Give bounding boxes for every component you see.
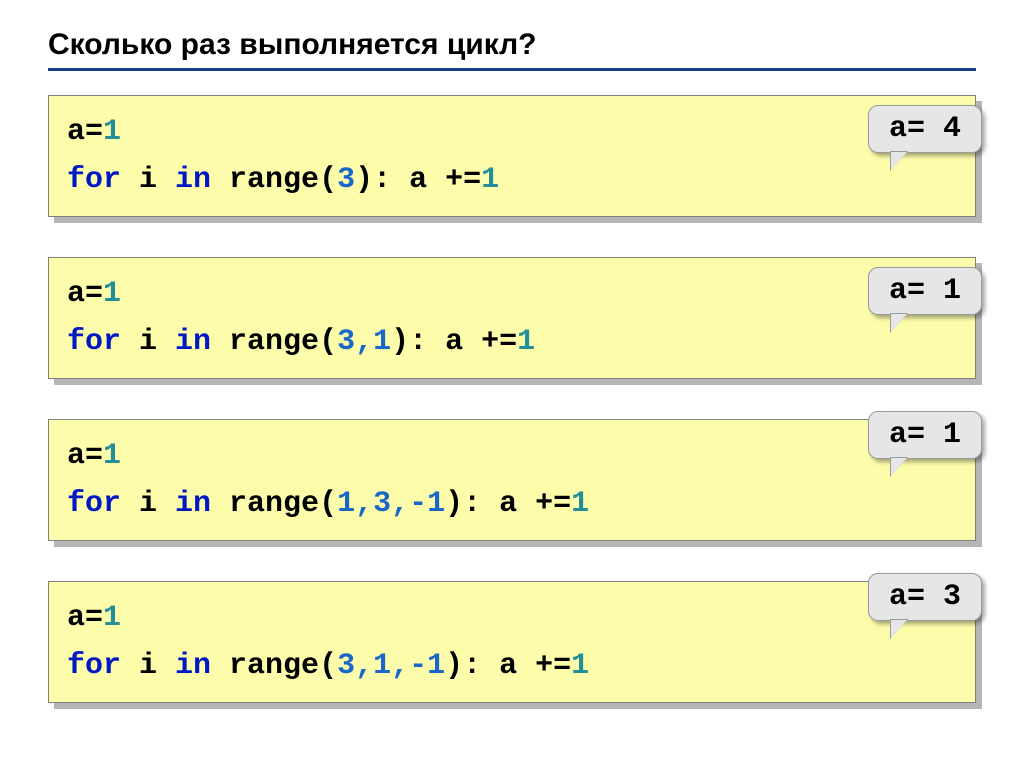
answer-text: a xyxy=(889,418,907,452)
code-text: range( xyxy=(211,163,337,197)
page-title: Сколько раз выполняется цикл? xyxy=(48,28,976,62)
code-text: a xyxy=(67,115,85,149)
code-text: range( xyxy=(211,649,337,683)
code-number: 1 xyxy=(481,163,499,197)
code-text: = xyxy=(85,439,103,473)
answer-bubble-wrap: a= 1 xyxy=(868,411,982,459)
code-text: = xyxy=(85,601,103,635)
code-number: 1,3,-1 xyxy=(337,487,445,521)
code-keyword: for xyxy=(67,649,121,683)
example-block: a=1 for i in range(1,3,-1): a +=1 a= 1 xyxy=(48,419,976,541)
code-text: = xyxy=(85,277,103,311)
example-block: a=1 for i in range(3,1): a +=1 a= 1 xyxy=(48,257,976,379)
code-text: ): a += xyxy=(445,487,571,521)
answer-text: = xyxy=(907,112,925,146)
code-keyword: in xyxy=(175,163,211,197)
code-keyword: for xyxy=(67,163,121,197)
answer-bubble: a= 4 xyxy=(868,105,982,153)
code-text: i xyxy=(121,163,175,197)
code-number: 3,1 xyxy=(337,325,391,359)
code-keyword: in xyxy=(175,325,211,359)
answer-bubble: a= 1 xyxy=(868,411,982,459)
code-text: a xyxy=(67,439,85,473)
code-text: = xyxy=(85,115,103,149)
code-line-1: a=1 xyxy=(67,594,957,642)
code-text: range( xyxy=(211,325,337,359)
code-number: 3,1,-1 xyxy=(337,649,445,683)
answer-bubble-wrap: a= 3 xyxy=(868,573,982,621)
code-number: 1 xyxy=(103,601,121,635)
code-number: 1 xyxy=(103,277,121,311)
answer-bubble-wrap: a= 1 xyxy=(868,267,982,315)
example-block: a=1 for i in range(3): a +=1 a= 4 xyxy=(48,95,976,217)
code-keyword: in xyxy=(175,649,211,683)
answer-text: a xyxy=(889,274,907,308)
code-box: a=1 for i in range(3,1): a +=1 xyxy=(48,257,976,379)
code-box: a=1 for i in range(3): a +=1 xyxy=(48,95,976,217)
code-line-1: a=1 xyxy=(67,432,957,480)
code-text: ): a += xyxy=(355,163,481,197)
answer-bubble: a= 3 xyxy=(868,573,982,621)
code-text: a xyxy=(67,601,85,635)
answer-text: a xyxy=(889,112,907,146)
answer-value: 1 xyxy=(925,274,961,308)
code-number: 3 xyxy=(337,163,355,197)
code-keyword: for xyxy=(67,487,121,521)
code-line-2: for i in range(1,3,-1): a +=1 xyxy=(67,480,957,528)
code-text: i xyxy=(121,325,175,359)
example-block: a=1 for i in range(3,1,-1): a +=1 a= 3 xyxy=(48,581,976,703)
code-number: 1 xyxy=(103,115,121,149)
answer-value: 4 xyxy=(925,112,961,146)
code-text: a xyxy=(67,277,85,311)
code-number: 1 xyxy=(517,325,535,359)
code-number: 1 xyxy=(571,649,589,683)
code-line-1: a=1 xyxy=(67,108,957,156)
code-text: ): a += xyxy=(391,325,517,359)
code-number: 1 xyxy=(103,439,121,473)
code-text: i xyxy=(121,487,175,521)
answer-text: = xyxy=(907,274,925,308)
code-keyword: in xyxy=(175,487,211,521)
code-line-1: a=1 xyxy=(67,270,957,318)
answer-text: = xyxy=(907,580,925,614)
code-number: 1 xyxy=(571,487,589,521)
code-text: i xyxy=(121,649,175,683)
code-line-2: for i in range(3): a +=1 xyxy=(67,156,957,204)
title-underline xyxy=(48,68,976,71)
code-box: a=1 for i in range(3,1,-1): a +=1 xyxy=(48,581,976,703)
answer-bubble-wrap: a= 4 xyxy=(868,105,982,153)
answer-value: 3 xyxy=(925,580,961,614)
code-keyword: for xyxy=(67,325,121,359)
code-line-2: for i in range(3,1,-1): a +=1 xyxy=(67,642,957,690)
answer-text: a xyxy=(889,580,907,614)
code-text: ): a += xyxy=(445,649,571,683)
answer-bubble: a= 1 xyxy=(868,267,982,315)
answer-value: 1 xyxy=(925,418,961,452)
code-box: a=1 for i in range(1,3,-1): a +=1 xyxy=(48,419,976,541)
code-text: range( xyxy=(211,487,337,521)
answer-text: = xyxy=(907,418,925,452)
code-line-2: for i in range(3,1): a +=1 xyxy=(67,318,957,366)
